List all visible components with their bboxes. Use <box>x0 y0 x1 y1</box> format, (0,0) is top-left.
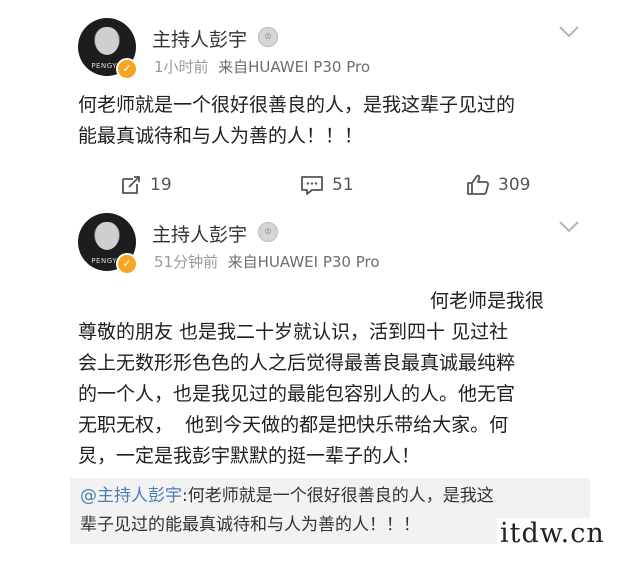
post-time: 51分钟前 <box>154 253 219 271</box>
post-meta: 1小时前 来自HUAWEI P30 Pro <box>154 56 370 77</box>
content-line: 何老师是我很 <box>430 290 545 312</box>
post-time: 1小时前 <box>154 58 209 76</box>
chevron-down-icon[interactable] <box>558 220 580 234</box>
comment-icon <box>301 176 323 195</box>
content-line: 尊敬的朋友 也是我二十岁就认识，活到四十 见过社 <box>78 321 509 343</box>
content-line: 无职无权， 他到今天做的都是把快乐带给大家。何 <box>78 414 509 436</box>
verified-icon: ✓ <box>116 253 138 275</box>
content-line: 会上无数形形色色的人之后觉得最善良最真诚最纯粹 <box>78 352 516 374</box>
comment-button[interactable]: 51 <box>300 174 354 196</box>
content-line: 炅，一定是我彭宇默默的挺一辈子的人！ <box>78 445 421 467</box>
repost-button[interactable]: 19 <box>120 174 172 196</box>
content-line: 何老师就是一个很好很善良的人，是我这辈子见过的 <box>78 94 516 116</box>
like-count: 309 <box>498 175 531 195</box>
chevron-down-icon[interactable] <box>558 25 580 39</box>
comment-count: 51 <box>332 175 354 195</box>
content-line: 的一个人，也是我见过的最能包容别人的人。他无官 <box>78 383 516 405</box>
avatar-face <box>95 27 119 55</box>
quoted-post-user-link[interactable]: @主持人彭宇 <box>80 486 182 506</box>
avatar-face <box>95 222 119 250</box>
thumbs-up-icon <box>467 174 490 195</box>
post-content: 何老师就是一个很好很善良的人，是我这辈子见过的 能最真诚待和与人为善的人！！！ <box>78 90 515 152</box>
repost-icon <box>122 176 140 194</box>
post-source: 来自HUAWEI P30 Pro <box>218 58 370 76</box>
quoted-post-line: :何老师就是一个很好很善良的人，是我这 <box>182 486 494 506</box>
user-level-badge-icon: ♔ <box>258 222 278 242</box>
post-meta: 51分钟前 来自HUAWEI P30 Pro <box>154 251 380 272</box>
post-content: 何老师是我很 尊敬的朋友 也是我二十岁就认识，活到四十 见过社 会上无数形形色色… <box>78 286 578 472</box>
like-button[interactable]: 309 <box>466 173 530 197</box>
content-line: 能最真诚待和与人为善的人！！！ <box>78 125 364 147</box>
post-source: 来自HUAWEI P30 Pro <box>227 253 380 271</box>
repost-count: 19 <box>150 175 172 195</box>
user-level-badge-icon: ♔ <box>258 27 278 47</box>
verified-icon: ✓ <box>116 58 138 80</box>
username[interactable]: 主持人彭宇 <box>152 220 247 247</box>
username[interactable]: 主持人彭宇 <box>152 25 247 52</box>
watermark: itdw.cn <box>497 518 608 549</box>
